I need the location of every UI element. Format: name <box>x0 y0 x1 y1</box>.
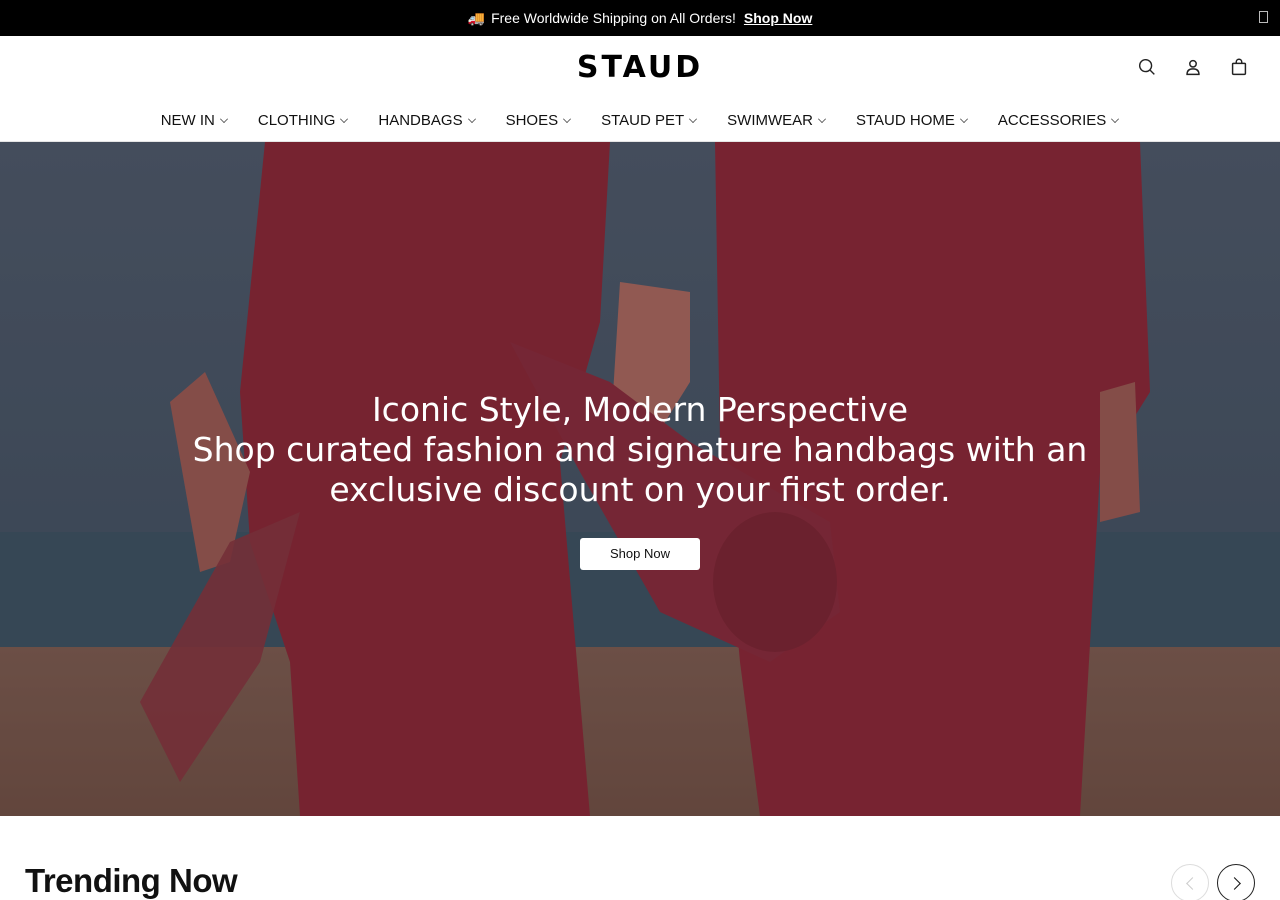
nav-item-staud-pet[interactable]: STAUD PET <box>586 110 712 130</box>
nav-label: CLOTHING <box>257 111 336 129</box>
nav-item-staud-home[interactable]: STAUD HOME <box>841 110 983 130</box>
nav-label: SHOES <box>505 111 559 129</box>
chevron-down-icon <box>563 114 572 123</box>
hero-banner: Iconic Style, Modern Perspective Shop cu… <box>0 142 1280 816</box>
nav-item-accessories[interactable]: ACCESSORIES <box>983 110 1134 130</box>
chevron-down-icon <box>340 114 349 123</box>
hero-text: Iconic Style, Modern Perspective Shop cu… <box>0 390 1280 570</box>
nav-label: STAUD HOME <box>856 111 955 129</box>
announcement-bar: 🚚 Free Worldwide Shipping on All Orders!… <box>0 0 1280 36</box>
search-icon[interactable] <box>1136 56 1158 78</box>
chevron-right-icon <box>1227 876 1241 890</box>
nav-label: HANDBAGS <box>378 111 463 129</box>
chevron-down-icon <box>1111 114 1120 123</box>
nav-item-handbags[interactable]: HANDBAGS <box>363 110 490 130</box>
nav-label: STAUD PET <box>601 111 685 129</box>
chevron-down-icon <box>219 114 228 123</box>
header-icons <box>1136 56 1250 78</box>
nav-label: ACCESSORIES <box>997 111 1107 129</box>
chevron-down-icon <box>818 114 826 123</box>
chevron-left-icon <box>1185 876 1199 890</box>
close-icon[interactable] <box>1259 11 1268 23</box>
hero-shop-now-button[interactable]: Shop Now <box>580 538 700 570</box>
announcement-text: Free Worldwide Shipping on All Orders! <box>491 10 736 26</box>
nav-item-new-in[interactable]: NEW IN <box>146 110 243 130</box>
truck-icon: 🚚 <box>467 9 486 26</box>
logo[interactable]: STAUD <box>0 50 1280 85</box>
trending-title: Trending Now <box>25 862 238 899</box>
chevron-down-icon <box>689 114 698 123</box>
carousel-next-button[interactable] <box>1217 864 1255 900</box>
announcement-shop-now-link[interactable]: Shop Now <box>744 10 812 26</box>
site-header: STAUD NEW IN CLOTHING HANDBAGS SHOES STA… <box>0 36 1280 142</box>
chevron-down-icon <box>959 114 968 123</box>
carousel-arrows <box>1171 864 1255 900</box>
nav-label: SWIMWEAR <box>727 111 813 129</box>
main-nav: NEW IN CLOTHING HANDBAGS SHOES STAUD PET… <box>0 110 1280 130</box>
nav-item-swimwear[interactable]: SWIMWEAR <box>712 110 841 130</box>
chevron-down-icon <box>467 114 476 123</box>
carousel-prev-button[interactable] <box>1171 864 1209 900</box>
bag-icon[interactable] <box>1228 56 1250 78</box>
nav-item-shoes[interactable]: SHOES <box>491 110 587 130</box>
nav-label: NEW IN <box>160 111 215 129</box>
account-icon[interactable] <box>1182 56 1204 78</box>
hero-title: Iconic Style, Modern Perspective <box>371 390 909 429</box>
nav-item-clothing[interactable]: CLOTHING <box>243 110 364 130</box>
hero-subtitle: Shop curated fashion and signature handb… <box>192 430 1088 509</box>
